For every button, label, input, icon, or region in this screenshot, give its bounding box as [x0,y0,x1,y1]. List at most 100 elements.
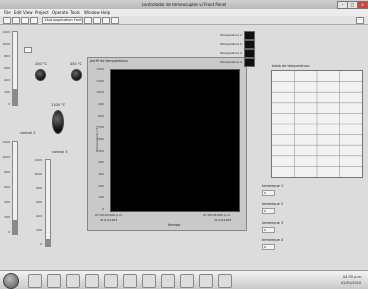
x-start-date: 31/12/1903 [100,218,118,222]
menu-help[interactable]: Help [101,10,110,15]
run-continuous-icon[interactable] [12,17,20,24]
small-toggle[interactable] [24,47,32,53]
start-button[interactable] [3,273,19,289]
control2-tick: 400 [4,200,10,204]
indicator2-label: temeeque 2 [262,202,284,206]
menu-edit[interactable]: Edit [14,10,22,15]
taskbar: 04:35 p.m. 02/01/2010 [0,270,368,289]
x-start-time: 07:00:00.000 p.m. [95,213,123,217]
control2-tick: 1000 [2,155,10,159]
y-tick-label: 300 [98,172,104,176]
resize-icon[interactable] [102,17,110,24]
chart-plot-area[interactable] [110,69,240,212]
led3-label: 1100 °C [51,103,66,107]
tank1-fill [13,88,17,105]
table-grid [272,71,362,177]
menu-operate[interactable]: Operate [52,10,68,15]
y-tick-label: 200 [98,183,104,188]
align-icon[interactable] [84,17,92,24]
toolbar: 15pt Application Font [0,16,368,25]
distribute-icon[interactable] [93,17,101,24]
clock-date: 02/01/2010 [341,281,362,285]
pause-icon[interactable] [30,17,38,24]
control3-tick: 0 [40,242,42,246]
chart-title: perfil de temperatura [90,59,128,63]
y-tick-label: 1200 [96,67,104,71]
temperature-table[interactable] [271,70,363,178]
indicator2-value: 0 [262,208,275,214]
app-icon[interactable] [123,274,137,288]
legend-swatch[interactable] [244,40,255,49]
labview-icon[interactable] [180,274,194,288]
led2-indicator [71,69,82,81]
control3-fill [46,239,50,246]
chart-legend: Temperatura 1 Temperatura 2 Temperatura … [217,31,257,67]
tank1-tick: 0 [8,102,10,106]
tank1-tick: 600 [4,66,10,70]
tank1-gauge[interactable] [12,31,18,106]
folder-icon[interactable] [66,274,80,288]
document-icon[interactable] [142,274,156,288]
control3-slider[interactable] [45,159,51,247]
tank1-tick: 200 [4,90,10,94]
indicator3-label: temeeque 3 [262,221,284,225]
menu-window[interactable]: Window [84,10,100,15]
control2-tick: 1200 [2,140,10,144]
tank1-tick: 400 [4,78,10,82]
help-icon[interactable] [356,17,364,24]
clock-time: 04:35 p.m. [343,275,363,279]
indicator3-value: 0 [262,227,275,233]
control3-tick: 400 [36,214,42,218]
y-tick-label: 1100 [96,78,104,83]
menu-project[interactable]: Project [35,10,49,15]
indicator1-label: temeeque 1 [262,184,284,188]
y-tick-label: 0 [102,207,104,211]
control3-tick: 600 [36,200,42,204]
led1-indicator [35,69,46,81]
control2-slider[interactable] [12,141,18,235]
chart-x-axis-title: tiempo [168,223,181,227]
menu-tools[interactable]: Tools [70,10,80,15]
x-end-time: 07:00:05.000 p.m. [203,213,231,217]
close-button[interactable]: x [357,1,368,9]
y-tick-label: 900 [98,102,104,106]
legend-label: Temperatura 4 [220,60,242,64]
table-title: tabla de temperatura [272,64,310,68]
app-icon[interactable] [218,274,232,288]
control3-label: control 3 [52,150,68,154]
chart-y-axis-title: Temperatura (°C) [95,126,99,152]
led1-label: 200 °C [35,62,47,66]
run-icon[interactable] [3,17,11,24]
control3-tick: 1200 [34,158,42,162]
control3-tick: 200 [36,228,42,232]
tank1-tick: 1200 [2,30,10,34]
control2-tick: 200 [4,215,10,219]
legend-swatch[interactable] [244,31,255,40]
font-selector[interactable]: 15pt Application Font [42,17,83,24]
explorer-icon[interactable] [28,274,42,288]
media-icon[interactable] [85,274,99,288]
abort-icon[interactable] [21,17,29,24]
control2-tick: 0 [8,230,10,234]
led2-label: 450 °C [70,62,82,66]
reorder-icon[interactable] [111,17,119,24]
tank1-tick: 800 [4,54,10,58]
indicator1-value: 0 [262,190,275,196]
app-icon[interactable] [104,274,118,288]
led3-indicator [52,110,64,134]
legend-swatch[interactable] [244,58,255,67]
control2-tick: 800 [4,170,10,174]
menu-file[interactable]: File [4,10,11,15]
tank1-tick: 1000 [2,42,10,46]
labview-icon[interactable] [161,274,175,288]
menu-view[interactable]: View [23,10,33,15]
x-end-date: 31/12/1903 [214,218,232,222]
browser-icon[interactable] [47,274,61,288]
control2-fill [13,220,17,234]
legend-swatch[interactable] [244,49,255,58]
indicator4-value: 0 [262,244,275,250]
legend-label: Temperatura 3 [220,51,242,55]
window-title: controlador de temeocuples vi Front Pane… [141,2,227,7]
app-icon[interactable] [199,274,213,288]
legend-label: Temperatura 1 [220,33,242,37]
